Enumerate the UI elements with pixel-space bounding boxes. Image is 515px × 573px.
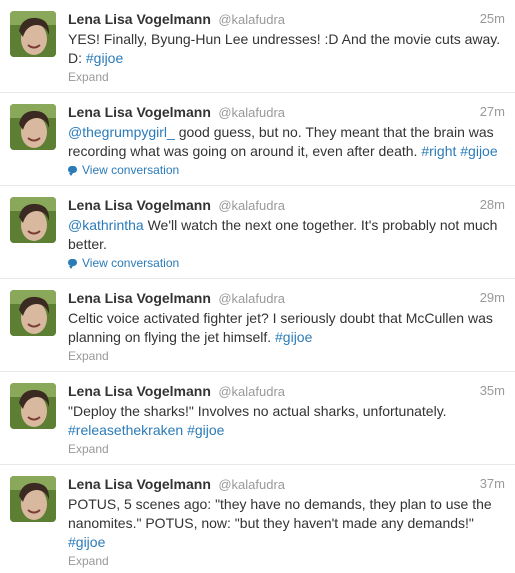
expand-link[interactable]: Expand	[68, 348, 505, 364]
hashtag-link[interactable]: #gijoe	[68, 534, 105, 550]
view-conversation-link[interactable]: View conversation	[68, 255, 505, 271]
speech-bubble-icon	[68, 259, 77, 269]
tweet-header: Lena Lisa Vogelmann @kalafudra 29m	[68, 289, 505, 307]
tweet[interactable]: Lena Lisa Vogelmann @kalafudra 28m @kath…	[0, 186, 515, 279]
expand-link[interactable]: Expand	[68, 441, 505, 457]
tweet-header: Lena Lisa Vogelmann @kalafudra 27m	[68, 103, 505, 121]
author-username[interactable]: @kalafudra	[218, 477, 285, 492]
tweet[interactable]: Lena Lisa Vogelmann @kalafudra 27m @theg…	[0, 93, 515, 186]
avatar[interactable]	[10, 476, 56, 522]
tweet-header: Lena Lisa Vogelmann @kalafudra 28m	[68, 196, 505, 214]
author-name[interactable]: Lena Lisa Vogelmann	[68, 383, 211, 399]
author-username[interactable]: @kalafudra	[218, 12, 285, 27]
timestamp[interactable]: 35m	[480, 382, 505, 400]
timestamp[interactable]: 27m	[480, 103, 505, 121]
hashtag-link[interactable]: #gijoe	[275, 329, 312, 345]
tweet[interactable]: Lena Lisa Vogelmann @kalafudra 25m YES! …	[0, 0, 515, 93]
mention-link[interactable]: @thegrumpygirl_	[68, 124, 175, 140]
timestamp[interactable]: 37m	[480, 475, 505, 493]
author-username[interactable]: @kalafudra	[218, 198, 285, 213]
tweet-header: Lena Lisa Vogelmann @kalafudra 25m	[68, 10, 505, 28]
avatar[interactable]	[10, 11, 56, 57]
author-name[interactable]: Lena Lisa Vogelmann	[68, 476, 211, 492]
tweet-text: "Deploy the sharks!" Involves no actual …	[68, 402, 508, 440]
author-username[interactable]: @kalafudra	[218, 291, 285, 306]
tweet-header: Lena Lisa Vogelmann @kalafudra 37m	[68, 475, 505, 493]
hashtag-link[interactable]: #gijoe	[460, 143, 497, 159]
timestamp[interactable]: 29m	[480, 289, 505, 307]
text-segment: "Deploy the sharks!" Involves no actual …	[68, 403, 447, 419]
text-segment: YES! Finally, Byung-Hun Lee undresses! :…	[68, 31, 501, 66]
avatar[interactable]	[10, 104, 56, 150]
tweet[interactable]: Lena Lisa Vogelmann @kalafudra 35m "Depl…	[0, 372, 515, 465]
view-conversation-label: View conversation	[82, 256, 180, 270]
speech-bubble-icon	[68, 166, 77, 176]
hashtag-link[interactable]: #releasethekraken	[68, 422, 183, 438]
view-conversation-label: View conversation	[82, 163, 180, 177]
expand-link[interactable]: Expand	[68, 553, 505, 569]
timestamp[interactable]: 28m	[480, 196, 505, 214]
tweet-text: @thegrumpygirl_ good guess, but no. They…	[68, 123, 508, 161]
author-name[interactable]: Lena Lisa Vogelmann	[68, 290, 211, 306]
view-conversation-link[interactable]: View conversation	[68, 162, 505, 178]
tweet-feed: Lena Lisa Vogelmann @kalafudra 25m YES! …	[0, 0, 515, 572]
tweet-text: POTUS, 5 scenes ago: "they have no deman…	[68, 495, 508, 552]
author-name[interactable]: Lena Lisa Vogelmann	[68, 104, 211, 120]
tweet[interactable]: Lena Lisa Vogelmann @kalafudra 29m Celti…	[0, 279, 515, 372]
tweet-text: Celtic voice activated fighter jet? I se…	[68, 309, 508, 347]
expand-link[interactable]: Expand	[68, 69, 505, 85]
tweet-text: @kathrintha We'll watch the next one tog…	[68, 216, 508, 254]
text-segment: POTUS, 5 scenes ago: "they have no deman…	[68, 496, 492, 531]
author-name[interactable]: Lena Lisa Vogelmann	[68, 197, 211, 213]
tweet-text: YES! Finally, Byung-Hun Lee undresses! :…	[68, 30, 508, 68]
author-username[interactable]: @kalafudra	[218, 384, 285, 399]
timestamp[interactable]: 25m	[480, 10, 505, 28]
tweet-header: Lena Lisa Vogelmann @kalafudra 35m	[68, 382, 505, 400]
hashtag-link[interactable]: #right	[421, 143, 456, 159]
hashtag-link[interactable]: #gijoe	[86, 50, 123, 66]
mention-link[interactable]: @kathrintha	[68, 217, 144, 233]
tweet[interactable]: Lena Lisa Vogelmann @kalafudra 37m POTUS…	[0, 465, 515, 572]
hashtag-link[interactable]: #gijoe	[187, 422, 224, 438]
avatar[interactable]	[10, 197, 56, 243]
author-name[interactable]: Lena Lisa Vogelmann	[68, 11, 211, 27]
avatar[interactable]	[10, 290, 56, 336]
author-username[interactable]: @kalafudra	[218, 105, 285, 120]
avatar[interactable]	[10, 383, 56, 429]
